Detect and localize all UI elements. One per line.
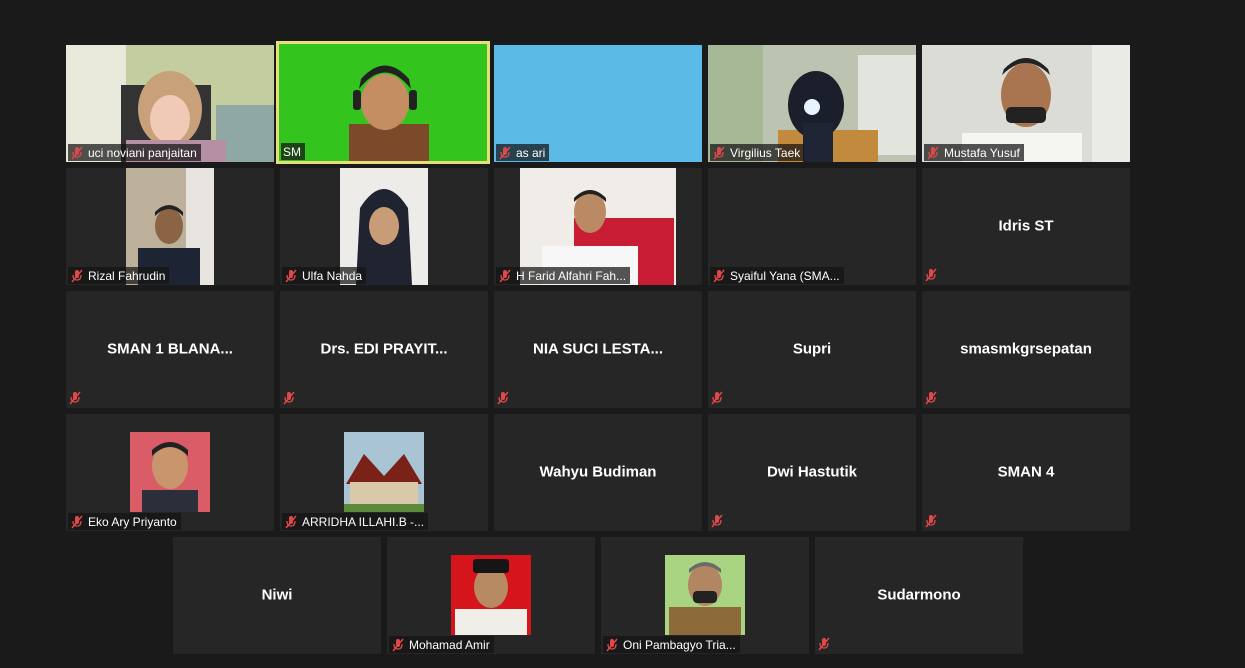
participant-display-name: Sudarmono bbox=[877, 586, 961, 604]
participant-display-name: NIA SUCI LESTA... bbox=[532, 340, 663, 358]
mic-muted-icon bbox=[71, 515, 83, 528]
participant-tile[interactable]: SMAN 4 bbox=[922, 414, 1130, 531]
participant-name-label: H Farid Alfahri Fah... bbox=[496, 267, 631, 284]
participant-name-label: Syaiful Yana (SMA... bbox=[710, 267, 844, 284]
participant-tile[interactable]: Wahyu Budiman bbox=[494, 414, 702, 531]
mic-muted-icon bbox=[606, 638, 618, 651]
participant-display-name: Dwi Hastutik bbox=[766, 463, 857, 481]
mic-muted-icon bbox=[71, 269, 83, 282]
mic-muted-icon bbox=[713, 269, 725, 282]
participant-tile[interactable]: Eko Ary Priyanto bbox=[66, 414, 274, 531]
participant-name-label: SM bbox=[281, 143, 305, 160]
participant-tile[interactable]: ARRIDHA ILLAHI.B -... bbox=[280, 414, 488, 531]
participant-name-label: Rizal Fahrudin bbox=[68, 267, 170, 284]
participant-tile[interactable]: Dwi Hastutik bbox=[708, 414, 916, 531]
mic-muted-icon bbox=[711, 391, 723, 405]
participant-tile[interactable]: Oni Pambagyo Tria... bbox=[601, 537, 809, 654]
participant-display-name: Supri bbox=[792, 340, 832, 358]
participant-display-name: Niwi bbox=[261, 586, 293, 604]
mic-muted-icon bbox=[497, 391, 509, 405]
mic-muted-icon bbox=[285, 515, 297, 528]
participant-tile[interactable]: Niwi bbox=[173, 537, 381, 654]
mic-muted-icon bbox=[927, 146, 939, 159]
mic-muted-icon bbox=[285, 269, 297, 282]
mic-muted-icon bbox=[392, 638, 404, 651]
participant-tile[interactable]: Idris ST bbox=[922, 168, 1130, 285]
participant-display-name: smasmkgrsepatan bbox=[960, 340, 1092, 358]
participant-display-name: Idris ST bbox=[998, 217, 1054, 235]
participant-tile[interactable]: as ari bbox=[494, 45, 702, 162]
mic-muted-icon bbox=[925, 391, 937, 405]
participant-tile[interactable]: Virgilius Taek bbox=[708, 45, 916, 162]
mic-muted-icon bbox=[69, 391, 81, 405]
participant-name-label: uci noviani panjaitan bbox=[68, 144, 201, 161]
participant-tile[interactable]: Syaiful Yana (SMA... bbox=[708, 168, 916, 285]
participant-display-name: SMAN 4 bbox=[997, 463, 1055, 481]
participant-display-name: Drs. EDI PRAYIT... bbox=[320, 340, 448, 358]
participant-tile[interactable]: SMAN 1 BLANA... bbox=[66, 291, 274, 408]
mic-muted-icon bbox=[818, 637, 830, 651]
participant-tile[interactable]: Mustafa Yusuf bbox=[922, 45, 1130, 162]
participant-name-label: ARRIDHA ILLAHI.B -... bbox=[282, 513, 429, 530]
participant-name-label: Mohamad Amir bbox=[389, 636, 494, 653]
mic-muted-icon bbox=[711, 514, 723, 528]
participant-tile[interactable]: uci noviani panjaitan bbox=[66, 45, 274, 162]
participant-name-label: Mustafa Yusuf bbox=[924, 144, 1024, 161]
mic-muted-icon bbox=[499, 269, 511, 282]
participant-tile[interactable]: smasmkgrsepatan bbox=[922, 291, 1130, 408]
participant-tile[interactable]: Rizal Fahrudin bbox=[66, 168, 274, 285]
participant-name-label: Eko Ary Priyanto bbox=[68, 513, 181, 530]
participant-tile[interactable]: Drs. EDI PRAYIT... bbox=[280, 291, 488, 408]
participant-display-name: SMAN 1 BLANA... bbox=[107, 340, 233, 358]
participant-tile[interactable]: Sudarmono bbox=[815, 537, 1023, 654]
mic-muted-icon bbox=[283, 391, 295, 405]
participant-tile[interactable]: NIA SUCI LESTA... bbox=[494, 291, 702, 408]
gallery-grid: uci noviani panjaitan SM as ari Virgiliu… bbox=[0, 0, 1245, 668]
participant-tile[interactable]: Ulfa Nahda bbox=[280, 168, 488, 285]
mic-muted-icon bbox=[925, 268, 937, 282]
mic-muted-icon bbox=[713, 146, 725, 159]
participant-video bbox=[279, 44, 487, 161]
participant-tile[interactable]: Supri bbox=[708, 291, 916, 408]
participant-tile[interactable]: Mohamad Amir bbox=[387, 537, 595, 654]
mic-muted-icon bbox=[499, 146, 511, 159]
participant-display-name: Wahyu Budiman bbox=[539, 463, 657, 481]
participant-tile[interactable]: H Farid Alfahri Fah... bbox=[494, 168, 702, 285]
mic-muted-icon bbox=[925, 514, 937, 528]
mic-muted-icon bbox=[71, 146, 83, 159]
participant-name-label: Oni Pambagyo Tria... bbox=[603, 636, 740, 653]
participant-name-label: as ari bbox=[496, 144, 550, 161]
participant-name-label: Virgilius Taek bbox=[710, 144, 805, 161]
participant-name-label: Ulfa Nahda bbox=[282, 267, 367, 284]
participant-tile-active-speaker[interactable]: SM bbox=[276, 41, 490, 164]
